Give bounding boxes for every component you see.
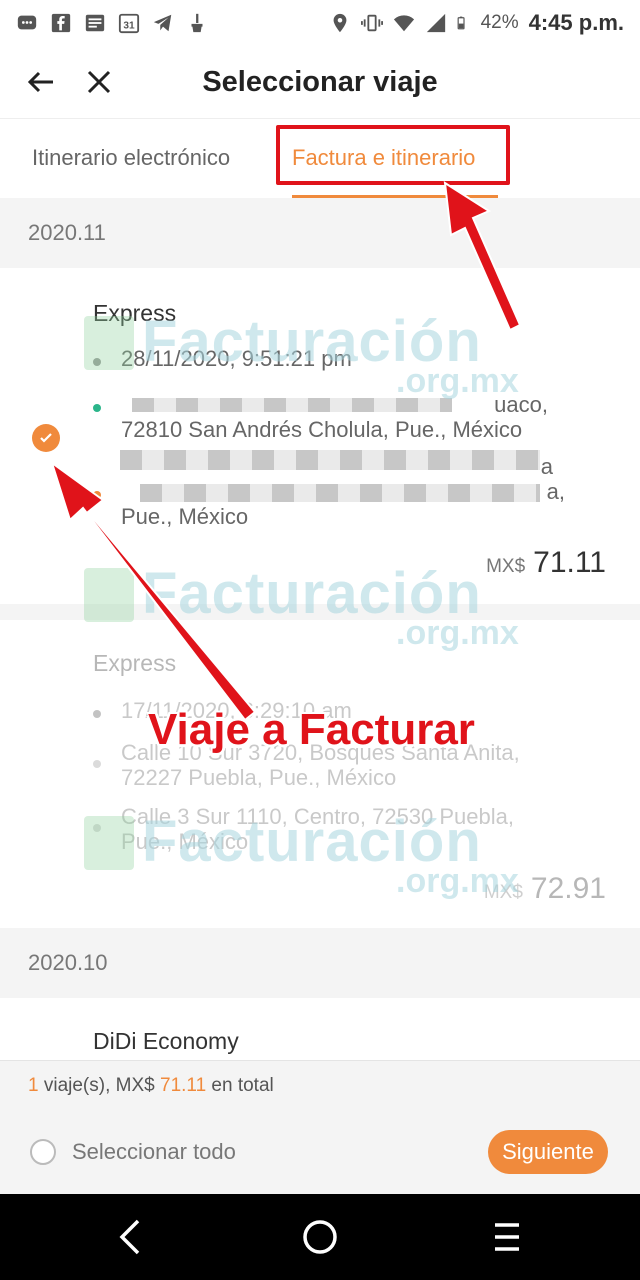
origin-address-line2: 72810 San Andrés Cholula, Pue., México	[121, 417, 523, 442]
annotation-label: Viaje a Facturar	[148, 705, 475, 754]
summary-count-suffix: viaje(s), MX$	[38, 1074, 160, 1096]
redacted-text	[132, 398, 452, 412]
summary-amount: 71.11	[160, 1074, 207, 1096]
brush-icon	[191, 13, 203, 33]
nav-back-button[interactable]	[106, 1212, 156, 1262]
news-icon	[85, 14, 105, 32]
selected-checkbox[interactable]	[32, 424, 60, 452]
close-icon	[87, 70, 111, 94]
trip-datetime-row: 28/11/2020, 9:51:21 pm	[93, 346, 593, 371]
calendar-icon: 31	[118, 13, 140, 34]
trip-card[interactable]: Express 17/11/2020, 6:29:10 am Calle 10 …	[0, 620, 640, 928]
selection-summary: 1 viaje(s), MX$ 71.11 en total	[0, 1060, 640, 1110]
trip-datetime: 28/11/2020, 9:51:21 pm	[121, 346, 352, 371]
destination-address-line3: Pue., México	[121, 504, 249, 529]
destination-address-line1: Calle 3 Sur 1110, Centro, 72530 Puebla,	[121, 804, 515, 829]
back-arrow-icon	[27, 71, 53, 93]
close-button[interactable]	[70, 53, 128, 111]
trip-card[interactable]: Express 28/11/2020, 9:51:21 pm uaco, 728…	[0, 268, 640, 604]
next-button[interactable]: Siguiente	[488, 1130, 608, 1174]
chat-icon	[17, 15, 37, 30]
select-all-radio[interactable]	[30, 1139, 56, 1165]
battery-percent: 42%	[480, 12, 519, 33]
price-amount: 72.91	[530, 872, 606, 905]
destination-dot-icon	[93, 824, 101, 832]
svg-text:31: 31	[123, 21, 135, 32]
check-icon	[40, 433, 52, 443]
destination-address-line2: Pue., México	[121, 829, 249, 854]
trip-destination-row: Calle 3 Sur 1110, Centro, 72530 Puebla, …	[93, 804, 593, 854]
trip-type: Express	[93, 300, 177, 326]
location-icon	[333, 13, 347, 33]
origin-dot-icon	[93, 760, 101, 768]
destination-dot-icon	[93, 491, 101, 499]
back-button[interactable]	[12, 53, 70, 111]
price-currency: MX$	[483, 882, 523, 903]
vibrate-icon	[360, 14, 383, 32]
card-separator	[0, 604, 640, 620]
nav-home-button[interactable]	[295, 1212, 345, 1262]
facebook-icon	[51, 13, 71, 33]
origin-address-line2: 72227 Puebla, Pue., México	[121, 765, 397, 790]
time-dot-icon	[93, 358, 101, 366]
clock: 4:45 p.m.	[528, 10, 624, 35]
tab-itinerario-electronico[interactable]: Itinerario electrónico	[32, 145, 230, 171]
nav-menu-button[interactable]	[482, 1212, 532, 1262]
signal-icon	[426, 13, 445, 33]
battery-icon	[457, 16, 465, 30]
wifi-icon	[393, 15, 414, 32]
section-date-header: 2020.10	[0, 928, 640, 998]
nav-back-icon	[119, 1219, 140, 1255]
app-header: Seleccionar viaje	[0, 46, 640, 118]
trip-card[interactable]: DiDi Economy	[0, 998, 640, 1060]
trip-type: Express	[93, 650, 177, 676]
redacted-text	[140, 484, 540, 502]
trip-price: MX$ 71.11	[486, 546, 606, 580]
footer-bar: Seleccionar todo Siguiente	[0, 1110, 640, 1194]
price-currency: MX$	[486, 556, 526, 577]
origin-dot-icon	[93, 404, 101, 412]
redacted-text	[120, 450, 540, 470]
annotation-highlight-box	[276, 125, 510, 185]
trip-type: DiDi Economy	[93, 1028, 239, 1054]
nav-home-icon	[303, 1220, 337, 1254]
system-nav-bar	[0, 1194, 640, 1280]
nav-menu-icon	[495, 1223, 519, 1251]
summary-count: 1	[28, 1074, 39, 1096]
section-date-header: 2020.11	[0, 198, 640, 268]
price-amount: 71.11	[533, 546, 606, 579]
status-bar: 31 42% 4:45 p.m.	[0, 0, 640, 46]
time-dot-icon	[93, 710, 101, 718]
trip-price: MX$ 72.91	[484, 872, 606, 906]
select-all-label[interactable]: Seleccionar todo	[72, 1139, 236, 1165]
summary-suffix: en total	[206, 1074, 274, 1096]
telegram-icon	[153, 14, 172, 32]
